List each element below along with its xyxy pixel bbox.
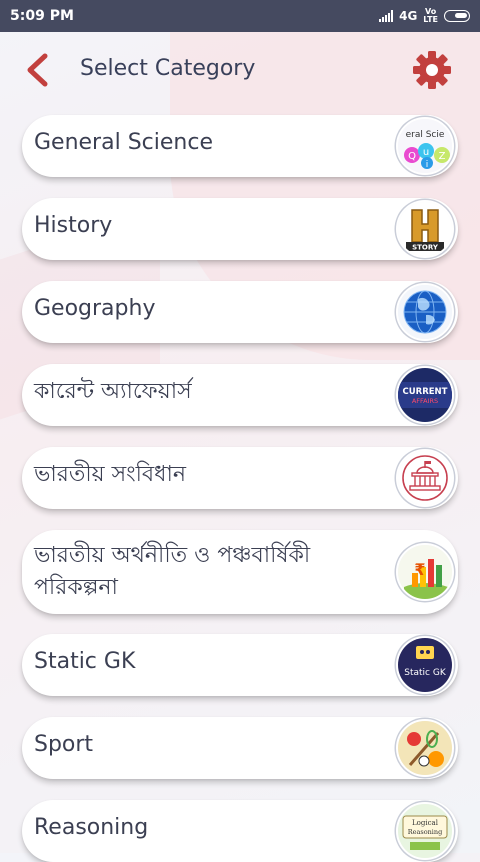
network-type: 4G [399,9,418,23]
svg-text:Q: Q [408,151,416,162]
current-affairs-icon: CURRENT AFFAIRS [396,366,454,424]
icon-caption: STORY [412,244,439,252]
category-label: ভারতীয় সংবিধান [34,462,187,487]
icon-caption: CURRENT [403,387,448,397]
globe-icon [396,283,454,341]
general-science-quiz-icon: Q u Z i eral Scie [396,117,454,175]
app-header: Select Category [0,32,480,110]
page-title: Select Category [80,56,256,81]
category-label: General Science [34,130,213,155]
gear-icon [413,51,451,89]
parliament-building-icon [396,449,454,507]
category-geography[interactable]: Geography [22,281,458,343]
category-label: Geography [34,296,156,321]
category-history[interactable]: History STORY [22,198,458,260]
svg-text:₹: ₹ [414,560,425,579]
volte-bottom-text: LTE [423,15,438,24]
battery-icon [444,10,470,22]
status-bar: 5:09 PM 4G Vo LTE [0,0,480,32]
category-label-line2: পরিকল্পনা [34,575,118,600]
status-indicators: 4G Vo LTE [379,8,470,24]
category-current-affairs[interactable]: কারেন্ট অ্যাফেয়ার্স CURRENT AFFAIRS [22,364,458,426]
category-indian-constitution[interactable]: ভারতীয় সংবিধান [22,447,458,509]
category-sport[interactable]: Sport [22,717,458,779]
svg-text:Reasoning: Reasoning [408,828,442,836]
category-label: কারেন্ট অ্যাফেয়ার্স [34,379,192,404]
icon-caption: eral Scie [406,130,445,140]
svg-text:i: i [426,160,429,170]
category-indian-economy[interactable]: ভারতীয় অর্থনীতি ও পঞ্চবার্ষিকী পরিকল্পন… [22,530,458,614]
svg-text:u: u [423,147,429,158]
back-button[interactable] [20,52,54,88]
category-label: Sport [34,732,94,757]
category-label: History [34,213,113,238]
static-gk-icon: Static GK [396,636,454,694]
category-label: Static GK [34,649,136,674]
svg-text:Z: Z [439,151,446,162]
history-channel-icon: STORY [396,200,454,258]
sports-equipment-icon [396,719,454,777]
status-time: 5:09 PM [10,8,74,24]
category-label-line1: ভারতীয় অর্থনীতি ও পঞ্চবার্ষিকী [34,543,311,568]
icon-caption: Static GK [404,668,447,678]
category-static-gk[interactable]: Static GK Static GK [22,634,458,696]
volte-indicator: Vo LTE [423,8,438,24]
signal-strength-icon [379,10,394,22]
rupee-economy-icon: ₹ [396,543,454,601]
back-arrow-icon [27,53,48,87]
category-general-science[interactable]: General Science Q u Z i eral Scie [22,115,458,177]
settings-button[interactable] [410,48,454,92]
icon-caption: AFFAIRS [412,397,438,405]
category-label: Reasoning [34,815,149,840]
logical-reasoning-icon: Logical Reasoning [396,802,454,860]
svg-text:Logical: Logical [412,819,439,827]
